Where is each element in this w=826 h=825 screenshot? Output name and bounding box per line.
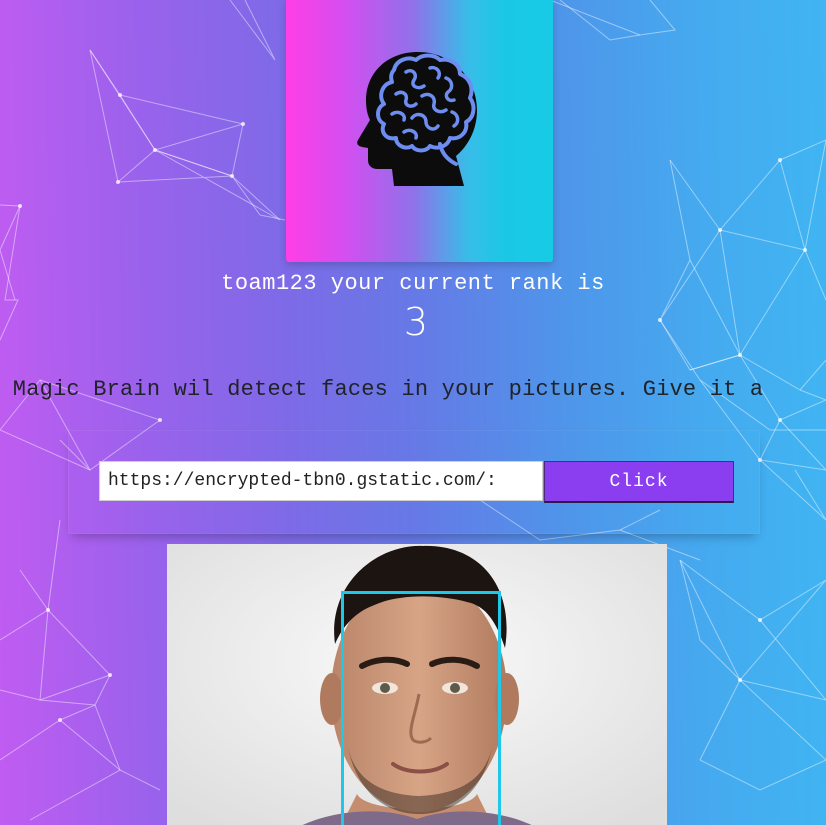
face-image-container xyxy=(167,544,667,825)
rank-text: toam123 your current rank is xyxy=(221,271,605,296)
image-url-form: Click xyxy=(68,430,760,534)
brain-head-icon xyxy=(357,52,477,186)
detect-button[interactable]: Click xyxy=(544,461,734,503)
face-bounding-box xyxy=(341,591,501,825)
image-url-input[interactable] xyxy=(99,461,543,501)
logo-card xyxy=(286,0,553,262)
description-text: s Magic Brain wil detect faces in your p… xyxy=(0,377,764,402)
rank-value: 3 xyxy=(403,300,429,344)
